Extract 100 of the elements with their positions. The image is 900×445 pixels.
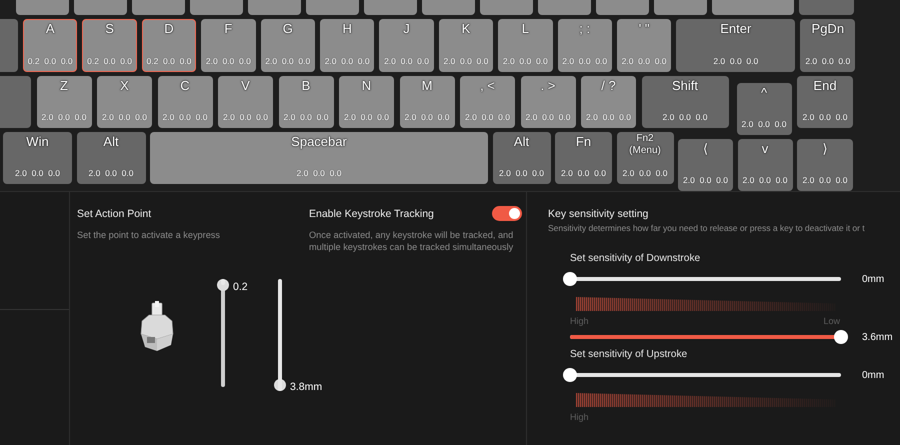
keyboard-key[interactable]: N 2.0 0.0 0.0 — [339, 76, 394, 128]
keyboard-key[interactable]: . > 2.0 0.0 0.0 — [520, 76, 576, 128]
keyboard-key[interactable]: Alt 2.0 0.0 0.0 — [76, 132, 146, 184]
slider-reading: 0mm — [862, 370, 884, 380]
keyboard-key[interactable] — [74, 0, 127, 15]
keyboard-key[interactable]: Alt 2.0 0.0 0.0 — [492, 132, 550, 184]
slider-thumb[interactable] — [563, 272, 577, 286]
keyboard-key[interactable]: G 2.0 0.0 0.0 — [260, 19, 315, 72]
keyboard-key[interactable]: B 2.0 0.0 0.0 — [278, 76, 334, 128]
section-description: Set the point to activate a keypress — [77, 229, 221, 241]
slider-thumb[interactable] — [563, 368, 577, 382]
keyboard-key[interactable]: / ? 2.0 0.0 0.0 — [581, 76, 636, 128]
actuation-values: 2.0 0.0 0.0 — [805, 56, 850, 66]
keyboard-key[interactable]: C 2.0 0.0 0.0 — [158, 76, 212, 128]
keyboard-key[interactable]: Fn 2.0 0.0 0.0 — [555, 132, 612, 184]
actuation-values: 2.0 0.0 0.0 — [42, 112, 86, 122]
actuation-values: 2.0 0.0 0.0 — [296, 168, 342, 178]
keyboard-key[interactable]: L 2.0 0.0 0.0 — [498, 19, 553, 72]
keyboard-key[interactable]: J 2.0 0.0 0.0 — [379, 19, 434, 72]
scale-label: High — [570, 412, 589, 422]
section-title: Enable Keystroke Tracking — [309, 208, 434, 221]
keyboard-key[interactable]: ⟩ 2.0 0.0 0.0 — [797, 139, 853, 191]
actuation-values: 2.0 0.0 0.0 — [622, 168, 668, 178]
slider-track[interactable] — [274, 279, 286, 391]
actuation-values: 2.0 0.0 0.0 — [223, 112, 268, 122]
slider-reading: 3.8mm — [290, 381, 322, 393]
slider-label: Set sensitivity of Downstroke — [570, 253, 702, 264]
actuation-values: 2.0 0.0 0.0 — [713, 56, 758, 66]
keyboard-key[interactable]: M 2.0 0.0 0.0 — [400, 76, 454, 128]
keyboard-key[interactable]: D 0.2 0.0 0.0 — [142, 19, 196, 72]
keyboard-key[interactable]: PgDn 2.0 0.0 0.0 — [800, 19, 856, 72]
keyboard-key[interactable]: End 2.0 0.0 0.0 — [797, 76, 853, 128]
keyboard-key[interactable]: S 0.2 0.0 0.0 — [82, 19, 137, 72]
keyboard-key[interactable]: Spacebar 2.0 0.0 0.0 — [150, 132, 488, 184]
section-title: Key sensitivity setting — [548, 208, 650, 221]
keyboard-key[interactable] — [248, 0, 301, 15]
actuation-values: 2.0 0.0 0.0 — [324, 56, 370, 66]
slider-reading: 0.2 — [233, 281, 248, 293]
actuation-values: 2.0 0.0 0.0 — [742, 119, 786, 129]
keyboard-key[interactable]: Enter 2.0 0.0 0.0 — [676, 19, 796, 72]
slider-label: Set sensitivity of Upstroke — [570, 349, 688, 360]
actuation-values: 2.0 0.0 0.0 — [206, 56, 251, 66]
keyboard-key[interactable]: Shift 2.0 0.0 0.0 — [642, 76, 728, 128]
keyboard-key[interactable]: H 2.0 0.0 0.0 — [320, 19, 374, 72]
keyboard-key[interactable]: ; : 2.0 0.0 0.0 — [558, 19, 612, 72]
keyboard-key[interactable]: F 2.0 0.0 0.0 — [201, 19, 256, 72]
actuation-values: 2.0 0.0 0.0 — [265, 56, 310, 66]
actuation-values: 2.0 0.0 0.0 — [802, 112, 848, 122]
keyboard-key[interactable] — [16, 0, 69, 15]
keyboard-key[interactable] — [306, 0, 359, 15]
actuation-values: 2.0 0.0 0.0 — [465, 112, 510, 122]
keyboard-key[interactable] — [364, 0, 417, 15]
actuation-values: 2.0 0.0 0.0 — [662, 112, 708, 122]
keyboard-key[interactable]: A 0.2 0.0 0.0 — [23, 19, 78, 72]
actuation-values: 2.0 0.0 0.0 — [15, 168, 60, 178]
keyboard-key[interactable] — [422, 0, 475, 15]
keyboard-key[interactable] — [132, 0, 185, 15]
keyboard-key[interactable] — [0, 19, 18, 72]
keyboard-key[interactable] — [712, 0, 794, 15]
keyboard-key[interactable]: ^ 2.0 0.0 0.0 — [736, 83, 792, 135]
actuation-values: 2.0 0.0 0.0 — [586, 112, 631, 122]
keyboard-key[interactable]: V 2.0 0.0 0.0 — [218, 76, 273, 128]
actuation-values: 2.0 0.0 0.0 — [162, 112, 208, 122]
scale-label: Low — [823, 316, 840, 326]
actuation-values: 2.0 0.0 0.0 — [499, 168, 544, 178]
actuation-values: 2.0 0.0 0.0 — [561, 168, 606, 178]
keyboard-key[interactable]: ' " 2.0 0.0 0.0 — [616, 19, 672, 72]
keyboard-key[interactable] — [654, 0, 707, 15]
scale-label: High — [570, 316, 589, 326]
keyboard-key[interactable]: Z 2.0 0.0 0.0 — [36, 76, 92, 128]
keyboard-key[interactable] — [0, 76, 31, 128]
keyboard-key[interactable]: Win 2.0 0.0 0.0 — [3, 132, 72, 184]
keyboard-key[interactable]: ⟨ 2.0 0.0 0.0 — [678, 139, 733, 191]
keyboard-key[interactable]: v 2.0 0.0 0.0 — [738, 139, 792, 191]
keyboard-key[interactable]: K 2.0 0.0 0.0 — [438, 19, 494, 72]
actuation-values: 2.0 0.0 0.0 — [344, 112, 389, 122]
section-title: Set Action Point — [77, 208, 152, 221]
toggle-switch[interactable] — [492, 206, 522, 221]
slider-thumb[interactable] — [834, 330, 848, 344]
actuation-values: 2.0 0.0 0.0 — [502, 56, 548, 66]
slider-reading: 3.6mm — [862, 332, 893, 342]
keyboard-key[interactable] — [480, 0, 533, 15]
actuation-values: 0.2 0.0 0.0 — [28, 56, 73, 66]
keyboard-key[interactable] — [799, 0, 854, 15]
keyboard-key[interactable]: Fn2 (Menu) 2.0 0.0 0.0 — [616, 132, 674, 184]
keyboard-key[interactable] — [190, 0, 243, 15]
actuation-values: 0.2 0.0 0.0 — [87, 56, 132, 66]
actuation-values: 2.0 0.0 0.0 — [88, 168, 134, 178]
actuation-values: 2.0 0.0 0.0 — [562, 56, 608, 66]
keyboard-key[interactable] — [538, 0, 591, 15]
actuation-values: 2.0 0.0 0.0 — [622, 56, 667, 66]
actuation-values: 2.0 0.0 0.0 — [384, 56, 429, 66]
actuation-values: 2.0 0.0 0.0 — [683, 175, 728, 185]
keyboard-key[interactable]: X 2.0 0.0 0.0 — [97, 76, 152, 128]
actuation-values: 2.0 0.0 0.0 — [443, 56, 488, 66]
keyboard-key[interactable] — [596, 0, 649, 15]
actuation-values: 0.2 0.0 0.0 — [146, 56, 192, 66]
actuation-values: 2.0 0.0 0.0 — [526, 112, 570, 122]
keyboard-key[interactable]: , < 2.0 0.0 0.0 — [460, 76, 515, 128]
section-description: Sensitivity determines how far you need to release or press a key to deactivate it or t — [548, 223, 866, 233]
